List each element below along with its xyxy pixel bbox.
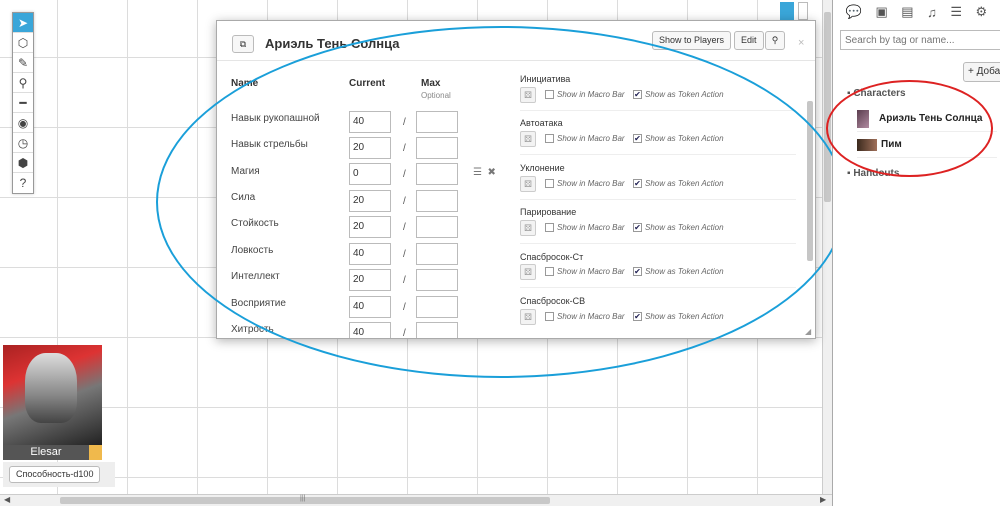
journal-icon[interactable]: ▤ [901, 4, 913, 20]
tools-toolbar: ➤ ⬡ ✎ ⚲ ━ ◉ ◷ ⬢ ? [12, 12, 34, 194]
dice-icon[interactable]: ⬢ [13, 153, 33, 173]
token-portrait [25, 353, 77, 423]
token-corner [89, 445, 102, 460]
zoom-icon[interactable]: ⚲ [13, 73, 33, 93]
measure-icon[interactable]: ━ [13, 93, 33, 113]
annotation-red-ellipse [826, 80, 993, 177]
close-button[interactable]: × [798, 37, 804, 49]
page-icon[interactable] [780, 2, 794, 20]
help-icon[interactable]: ? [13, 173, 33, 193]
right-sidebar: 💬 ▣ ▤ ♫ ☰ ⚙ + Доба ▪ Characters Ариэль Т… [832, 0, 1000, 506]
token-name: Elesar [3, 445, 89, 460]
add-button[interactable]: + Доба [963, 62, 1000, 82]
chat-icon[interactable]: 💬 [846, 4, 862, 20]
turn-tracker-icon[interactable]: ◷ [13, 133, 33, 153]
edit-button[interactable]: Edit [734, 31, 764, 50]
art-icon[interactable]: ▣ [875, 4, 887, 20]
select-icon[interactable]: ➤ [13, 13, 33, 33]
macro-bar: Способность-d100 [3, 462, 115, 487]
search-icon: ⚲ [771, 35, 779, 45]
macro-button[interactable]: Способность-d100 [9, 466, 101, 483]
draw-icon[interactable]: ✎ [13, 53, 33, 73]
layer-indicator [780, 2, 808, 20]
fog-icon[interactable]: ◉ [13, 113, 33, 133]
annotation-blue-ellipse [156, 26, 846, 378]
jukebox-icon[interactable]: ♫ [927, 5, 937, 20]
search-input[interactable] [840, 30, 1000, 50]
search-button[interactable]: ⚲ [765, 31, 785, 50]
decks-icon[interactable]: ☰ [950, 4, 962, 20]
token-card[interactable]: Elesar [3, 345, 102, 460]
scroll-left-icon[interactable]: ◀ [4, 495, 10, 504]
scroll-right-icon[interactable]: ▶ [820, 495, 826, 504]
blank-page-icon[interactable] [798, 2, 808, 20]
settings-icon[interactable]: ⚙ [976, 4, 988, 20]
resize-handle-icon[interactable]: ◢ [805, 327, 811, 336]
sidebar-tabs: 💬 ▣ ▤ ♫ ☰ ⚙ [833, 0, 1000, 24]
popout-icon[interactable]: ⧉ [232, 35, 254, 53]
layers-icon[interactable]: ⬡ [13, 33, 33, 53]
horizontal-scrollbar[interactable]: ◀ ||| ▶ [0, 494, 832, 506]
scroll-grip-icon: ||| [300, 495, 306, 502]
